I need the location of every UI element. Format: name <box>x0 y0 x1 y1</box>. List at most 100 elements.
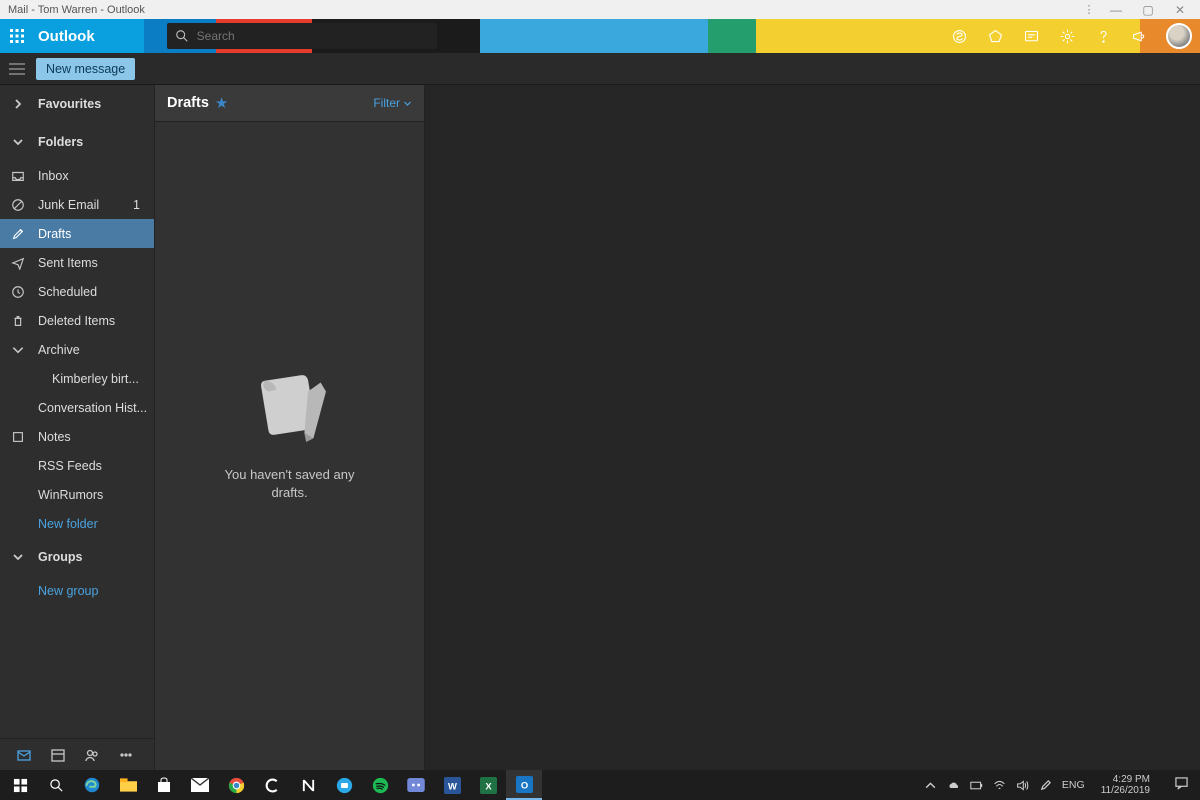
folder-notes[interactable]: Notes <box>0 422 154 451</box>
clock-icon <box>10 285 26 299</box>
tray-volume-icon[interactable] <box>1016 779 1029 792</box>
app-header: Outlook <box>0 19 1200 53</box>
search-input[interactable] <box>197 29 429 43</box>
header-actions <box>950 23 1192 49</box>
taskbar-edge[interactable] <box>74 770 110 800</box>
taskbar-word[interactable]: W <box>434 770 470 800</box>
hamburger-button[interactable] <box>0 63 34 75</box>
premium-icon[interactable] <box>986 27 1004 45</box>
taskbar-chrome[interactable] <box>218 770 254 800</box>
taskbar-app-c[interactable] <box>254 770 290 800</box>
maximize-button[interactable]: ▢ <box>1132 3 1164 17</box>
folders-label: Folders <box>38 135 83 149</box>
tray-date: 11/26/2019 <box>1101 785 1150 797</box>
minimize-button[interactable]: — <box>1100 3 1132 17</box>
close-button[interactable]: ✕ <box>1164 3 1196 17</box>
tray-clock[interactable]: 4:29 PM 11/26/2019 <box>1095 774 1156 797</box>
message-list-pane: Drafts ★ Filter You haven't saved any dr… <box>155 85 425 770</box>
folder-junk[interactable]: Junk Email 1 <box>0 190 154 219</box>
taskbar-app-blue[interactable] <box>326 770 362 800</box>
more-icon[interactable]: ⋮ <box>1078 3 1100 16</box>
svg-text:W: W <box>448 781 457 792</box>
window-titlebar: Mail - Tom Warren - Outlook ⋮ — ▢ ✕ <box>0 0 1200 19</box>
tray-battery-icon[interactable] <box>970 779 983 792</box>
megaphone-icon[interactable] <box>1130 27 1148 45</box>
sidebar-bottom-nav <box>0 738 154 770</box>
people-nav-icon[interactable] <box>84 747 100 763</box>
folder-label: Conversation Hist... <box>38 401 154 415</box>
filter-button[interactable]: Filter <box>373 96 412 110</box>
reading-pane <box>425 85 1200 770</box>
groups-label: Groups <box>38 550 82 564</box>
folder-label: Sent Items <box>38 256 154 270</box>
taskbar-store[interactable] <box>146 770 182 800</box>
favourites-label: Favourites <box>38 97 101 111</box>
folder-inbox[interactable]: Inbox <box>0 161 154 190</box>
folder-archive-sub[interactable]: Kimberley birt... <box>0 364 154 393</box>
taskbar-search[interactable] <box>38 770 74 800</box>
taskbar-spotify[interactable] <box>362 770 398 800</box>
new-group-link[interactable]: New group <box>0 576 154 605</box>
tray-chevron-icon[interactable] <box>924 779 937 792</box>
chevron-down-icon <box>12 136 24 148</box>
toolbar: New message <box>0 53 1200 85</box>
settings-icon[interactable] <box>1058 27 1076 45</box>
taskbar-excel[interactable]: X <box>470 770 506 800</box>
folder-archive[interactable]: Archive <box>0 335 154 364</box>
tray-onedrive-icon[interactable] <box>947 779 960 792</box>
folder-label: Kimberley birt... <box>52 372 154 386</box>
new-folder-link[interactable]: New folder <box>0 509 154 538</box>
more-nav-icon[interactable] <box>118 747 134 763</box>
folder-winrumors[interactable]: WinRumors <box>0 480 154 509</box>
brand-label[interactable]: Outlook <box>34 28 95 45</box>
folders-section[interactable]: Folders <box>0 123 154 161</box>
folder-scheduled[interactable]: Scheduled <box>0 277 154 306</box>
taskbar-outlook[interactable]: O <box>506 770 542 800</box>
calendar-nav-icon[interactable] <box>50 747 66 763</box>
favourite-star-icon[interactable]: ★ <box>215 94 228 112</box>
tray-pen-icon[interactable] <box>1039 779 1052 792</box>
folder-rss[interactable]: RSS Feeds <box>0 451 154 480</box>
empty-drafts-icon <box>245 362 335 448</box>
taskbar-mail[interactable] <box>182 770 218 800</box>
avatar[interactable] <box>1166 23 1192 49</box>
system-tray: ENG 4:29 PM 11/26/2019 <box>924 774 1196 797</box>
tray-wifi-icon[interactable] <box>993 779 1006 792</box>
tray-time: 4:29 PM <box>1101 774 1150 786</box>
groups-section[interactable]: Groups <box>0 538 154 576</box>
folder-label: Notes <box>38 430 154 444</box>
search-icon <box>175 29 189 43</box>
new-message-button[interactable]: New message <box>36 58 135 80</box>
folder-deleted[interactable]: Deleted Items <box>0 306 154 335</box>
chevron-down-icon <box>12 551 24 563</box>
chevron-down-icon <box>403 99 412 108</box>
folder-conversation-history[interactable]: Conversation Hist... <box>0 393 154 422</box>
folder-drafts[interactable]: Drafts <box>0 219 154 248</box>
folder-label: Junk Email <box>38 198 121 212</box>
app-launcher-button[interactable] <box>0 19 34 53</box>
tray-action-center-icon[interactable] <box>1166 777 1196 793</box>
taskbar: W X O ENG 4:29 PM 11/26/2019 <box>0 770 1200 800</box>
svg-text:O: O <box>520 780 527 791</box>
help-icon[interactable] <box>1094 27 1112 45</box>
sidebar: Favourites Folders Inbox Junk Email 1 Dr… <box>0 85 155 770</box>
folder-label: RSS Feeds <box>38 459 154 473</box>
trash-icon <box>10 314 26 328</box>
taskbar-discord[interactable] <box>398 770 434 800</box>
tray-language[interactable]: ENG <box>1062 779 1085 791</box>
start-button[interactable] <box>2 770 38 800</box>
favourites-section[interactable]: Favourites <box>0 85 154 123</box>
list-title: Drafts <box>167 95 209 111</box>
empty-message: You haven't saved any drafts. <box>210 466 370 501</box>
search-box[interactable] <box>167 23 437 49</box>
folder-sent[interactable]: Sent Items <box>0 248 154 277</box>
notes-icon[interactable] <box>1022 27 1040 45</box>
skype-icon[interactable] <box>950 27 968 45</box>
taskbar-explorer[interactable] <box>110 770 146 800</box>
taskbar-app-n[interactable] <box>290 770 326 800</box>
mail-nav-icon[interactable] <box>16 747 32 763</box>
window-title: Mail - Tom Warren - Outlook <box>4 4 1078 16</box>
inbox-icon <box>10 169 26 183</box>
list-header: Drafts ★ Filter <box>155 85 424 122</box>
folder-label: Drafts <box>38 227 154 241</box>
